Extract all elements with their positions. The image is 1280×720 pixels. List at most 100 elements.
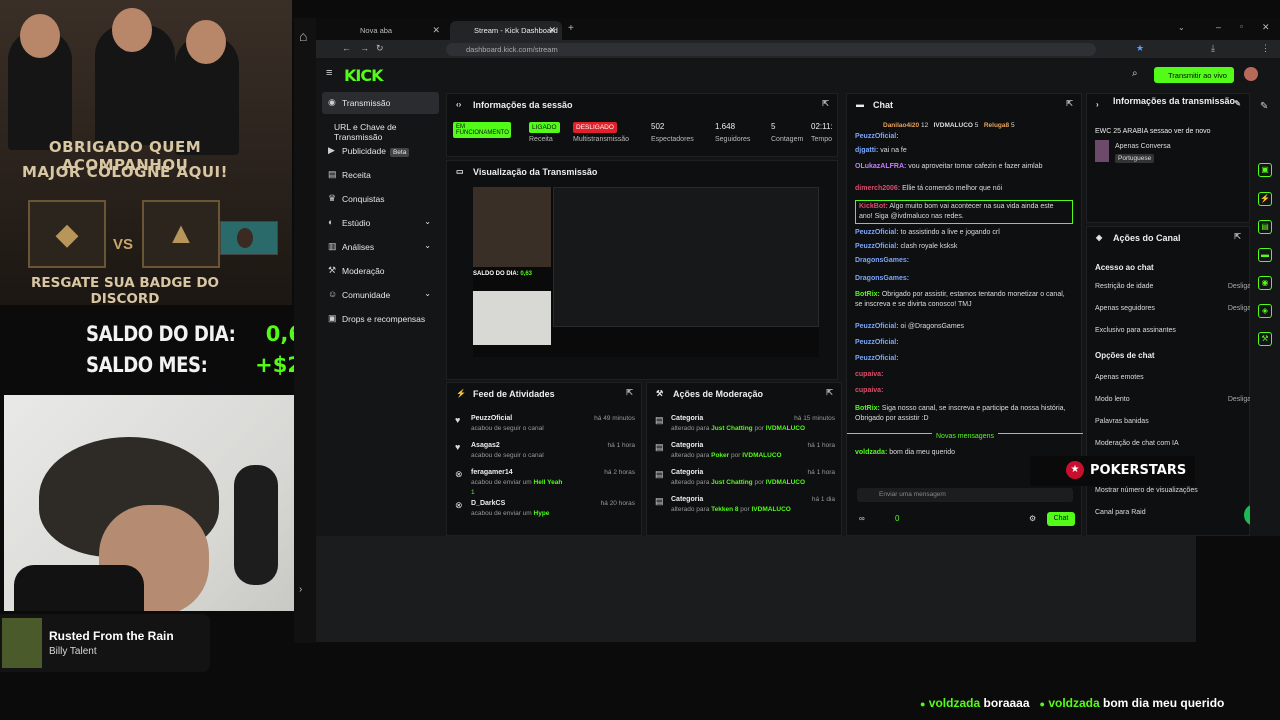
- chat-user[interactable]: dimerch2006:: [855, 185, 900, 192]
- chart-icon: ▥: [328, 241, 337, 251]
- close-window-icon[interactable]: ✕: [1262, 22, 1270, 33]
- sidebar-item-publicidade[interactable]: ▶ Publicidade Beta: [322, 140, 439, 162]
- feed-name[interactable]: feragamer14: [471, 469, 513, 476]
- tab-kick-dashboard[interactable]: Stream - Kick Dashboard ✕: [450, 21, 562, 40]
- chat-user[interactable]: DragonsGames:: [855, 257, 909, 264]
- sidebar-item-receita[interactable]: ▤ Receita: [322, 164, 439, 186]
- mod-user[interactable]: IVDMALUCO: [766, 479, 805, 486]
- chevron-right-icon[interactable]: ›: [299, 584, 302, 595]
- sidebar-item-conquistas[interactable]: ♛ Conquistas: [322, 188, 439, 210]
- leader-name[interactable]: IVDMALUCO: [934, 122, 973, 129]
- chevron-down-icon[interactable]: ⌄: [1178, 23, 1185, 32]
- mod-time: há 15 minutos: [794, 415, 835, 422]
- search-icon[interactable]: ⌕: [1132, 68, 1138, 79]
- banned-words-option[interactable]: Palavras banidas›: [1095, 418, 1271, 425]
- document-icon[interactable]: ▤: [1258, 220, 1272, 234]
- chat-icon[interactable]: ▬: [1258, 248, 1272, 262]
- mod-by: por: [754, 425, 764, 432]
- ai-moderation-option[interactable]: Moderação de chat com IA⇱: [1095, 440, 1271, 448]
- close-icon[interactable]: ✕: [548, 25, 556, 36]
- sidebar-item-moderacao[interactable]: ⚒ Moderação: [322, 260, 439, 282]
- back-icon[interactable]: ←: [342, 43, 351, 53]
- chat-user[interactable]: BotRix:: [855, 291, 880, 298]
- url-field[interactable]: dashboard.kick.com/stream: [446, 43, 1096, 56]
- chat-user[interactable]: PeuzzOficial:: [855, 229, 899, 236]
- emotes-only-option[interactable]: Apenas emotes: [1095, 373, 1271, 383]
- subs-only-option[interactable]: Exclusivo para assinantes: [1095, 326, 1271, 336]
- new-messages-divider[interactable]: Novas mensagens: [847, 433, 1083, 441]
- age-restriction-option[interactable]: Restrição de idadeDesligado›: [1095, 283, 1271, 290]
- feed-name[interactable]: PeuzzOficial: [471, 415, 512, 422]
- points-a[interactable]: ∞: [859, 514, 865, 523]
- chat-user[interactable]: PeuzzOficial:: [855, 323, 899, 330]
- shield-icon[interactable]: ◈: [1258, 304, 1272, 318]
- chat-user[interactable]: PeuzzOficial:: [855, 355, 899, 362]
- mod-user[interactable]: IVDMALUCO: [742, 452, 781, 459]
- followers-only-option[interactable]: Apenas seguidoresDesligado›: [1095, 305, 1271, 312]
- show-views-option[interactable]: Mostrar número de visualizações: [1095, 486, 1271, 496]
- popout-icon[interactable]: ⇱: [1066, 99, 1073, 108]
- chat-user[interactable]: PeuzzOficial:: [855, 339, 899, 346]
- gear-icon[interactable]: ⚙: [1029, 514, 1036, 523]
- minimize-icon[interactable]: –: [1216, 22, 1221, 32]
- pencil-icon[interactable]: ✎: [1260, 101, 1268, 112]
- menu-icon[interactable]: ⋮: [1261, 43, 1270, 54]
- new-messages-label: Novas mensagens: [932, 433, 998, 440]
- leader-name[interactable]: Reluga8: [984, 122, 1009, 129]
- maximize-icon[interactable]: ▫: [1240, 22, 1243, 31]
- popout-icon[interactable]: ⇱: [626, 388, 633, 397]
- chat-user[interactable]: djgatti:: [855, 147, 878, 154]
- close-icon[interactable]: ✕: [432, 25, 440, 36]
- chat-user[interactable]: PeuzzOficial:: [855, 243, 899, 250]
- download-icon[interactable]: ⤓: [1211, 43, 1215, 54]
- chat-text: vou aproveitar tomar cafezin e fazer aim…: [908, 163, 1043, 170]
- sidebar-item-comunidade[interactable]: ☺ Comunidade ⌄: [322, 284, 439, 306]
- chat-user[interactable]: BotRix:: [855, 405, 880, 412]
- category-label[interactable]: Apenas Conversa: [1115, 143, 1171, 150]
- broadcast-icon[interactable]: ◉: [1258, 276, 1272, 290]
- star-icon[interactable]: ★: [1136, 43, 1144, 54]
- chat-user[interactable]: PeuzzOficial:: [855, 133, 899, 140]
- popout-icon[interactable]: ⇱: [822, 99, 829, 108]
- chat-user[interactable]: KickBot:: [859, 203, 888, 210]
- chat-text: oi @DragonsGames: [900, 323, 965, 330]
- stream-preview-video[interactable]: SALDO DO DIA: 0,63: [473, 187, 819, 357]
- chat-user[interactable]: OLukazALFRA:: [855, 163, 906, 170]
- lightning-icon[interactable]: ⚡: [1258, 192, 1272, 206]
- go-live-button[interactable]: Transmitir ao vivo: [1154, 67, 1234, 83]
- sidebar-item-drops[interactable]: ▣ Drops e recompensas: [322, 308, 439, 330]
- popout-icon[interactable]: ⇱: [826, 388, 833, 397]
- ticker-user: voldzada: [1048, 696, 1100, 710]
- points-b[interactable]: 0: [895, 514, 899, 523]
- chat-send-button[interactable]: Chat: [1047, 512, 1075, 526]
- feed-name[interactable]: D_DarkCS: [471, 500, 505, 507]
- chat-user[interactable]: cupaiva:: [855, 371, 883, 378]
- avatar[interactable]: [1244, 67, 1258, 81]
- chat-text: Siga nosso canal, se inscreva e particip…: [855, 405, 1066, 422]
- feed-name[interactable]: Asagas2: [471, 442, 500, 449]
- kick-logo[interactable]: KICK: [344, 66, 383, 85]
- forward-icon[interactable]: →: [360, 43, 369, 53]
- hamburger-icon[interactable]: ≡: [326, 67, 332, 79]
- sidebar-item-estudio[interactable]: ◐ Estúdio ⌄: [322, 212, 439, 234]
- trophy-icon: ♛: [328, 193, 337, 203]
- leader-name[interactable]: Danilao4i20: [883, 122, 919, 129]
- sidebar-item-url-chave[interactable]: URL e Chave de Transmissão: [322, 116, 439, 142]
- edit-icon[interactable]: ✎: [1234, 99, 1241, 108]
- sidebar-item-transmissao[interactable]: ◉ Transmissão: [322, 92, 439, 114]
- home-icon[interactable]: ⌂: [299, 28, 307, 44]
- chat-user[interactable]: DragonsGames:: [855, 275, 909, 282]
- chat-user[interactable]: cupaiva:: [855, 387, 883, 394]
- slow-mode-option[interactable]: Modo lentoDesligado›: [1095, 396, 1271, 403]
- mod-user[interactable]: IVDMALUCO: [766, 425, 805, 432]
- hammer-icon[interactable]: ⚒: [1258, 332, 1272, 346]
- popout-icon[interactable]: ⇱: [1234, 232, 1241, 241]
- sidebar-item-analises[interactable]: ▥ Análises ⌄: [322, 236, 439, 258]
- new-tab-icon[interactable]: +: [568, 23, 574, 34]
- tool-icon-1[interactable]: ▣: [1258, 163, 1272, 177]
- chat-input[interactable]: Enviar uma mensagem: [857, 488, 1073, 502]
- tab-new[interactable]: Nova aba ✕: [336, 21, 446, 40]
- reload-icon[interactable]: ↻: [376, 43, 384, 54]
- mod-user[interactable]: IVDMALUCO: [752, 506, 791, 513]
- chat-user[interactable]: voldzada:: [855, 449, 887, 456]
